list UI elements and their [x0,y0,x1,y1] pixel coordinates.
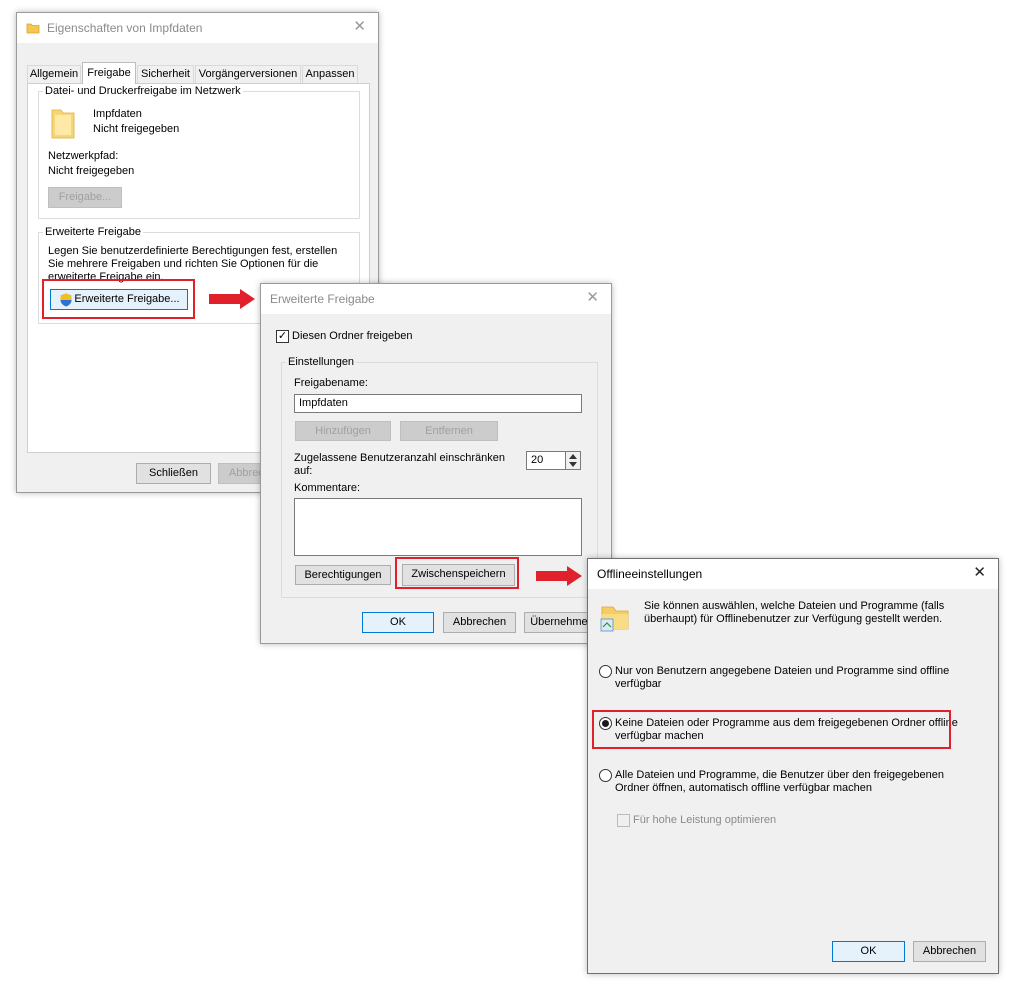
folder-icon [26,23,40,34]
arrow-right-icon [209,289,255,309]
tab-anpassen[interactable]: Anpassen [302,65,358,83]
remove-button[interactable]: Entfernen [400,421,498,441]
share-name-input[interactable]: Impfdaten [294,394,582,413]
cancel-button[interactable]: Abbrechen [443,612,516,633]
advanced-sharing-title: Erweiterte Freigabe [270,292,375,306]
group-label: Erweiterte Freigabe [43,226,143,238]
cancel-button[interactable]: Abbrechen [913,941,986,962]
close-icon[interactable]: ✕ [353,19,366,35]
offline-settings-title: Offlineeinstellungen [597,567,703,581]
share-button[interactable]: Freigabe... [48,187,122,208]
folder-large-icon [51,109,75,139]
optimize-performance-label: Für hohe Leistung optimieren [633,814,777,826]
comments-label: Kommentare: [294,482,361,494]
offline-settings-window: Offlineeinstellungen ✕ Sie können auswäh… [587,558,999,974]
permissions-button[interactable]: Berechtigungen [295,565,391,585]
tab-allgemein[interactable]: Allgemein [27,65,81,83]
tab-freigabe[interactable]: Freigabe [82,62,136,84]
option-all-label: Alle Dateien und Programme, die Benutzer… [615,769,944,794]
option-user-specified-radio[interactable] [599,665,612,678]
offline-settings-titlebar: Offlineeinstellungen ✕ [588,559,998,589]
tab-vorgaengerversionen[interactable]: Vorgängerversionen [195,65,301,83]
user-limit-input[interactable]: 20 [526,451,566,470]
advanced-sharing-window: Erweiterte Freigabe ✕ ✓ Diesen Ordner fr… [260,283,612,644]
properties-title: Eigenschaften von Impfdaten [47,21,203,35]
tab-sicherheit[interactable]: Sicherheit [137,65,194,83]
folder-status: Nicht freigegeben [93,123,180,135]
highlight-box-option-none [592,710,951,749]
arrow-right-icon [536,566,582,586]
group-label: Einstellungen [286,356,357,368]
comments-textarea[interactable] [294,498,582,556]
close-button[interactable]: Schließen [136,463,211,484]
add-button[interactable]: Hinzufügen [295,421,391,441]
optimize-performance-checkbox[interactable] [617,814,630,827]
user-limit-label: Zugelassene Benutzeranzahl einschränken … [294,452,505,477]
group-label: Datei- und Druckerfreigabe im Netzwerk [43,85,243,97]
folder-name: Impfdaten [93,108,142,120]
option-user-specified-label: Nur von Benutzern angegebene Dateien und… [615,665,950,690]
network-path-label: Netzwerkpfad: [48,150,119,162]
chevron-down-icon[interactable] [569,462,577,467]
share-folder-label: Diesen Ordner freigeben [292,330,413,342]
ok-button[interactable]: OK [362,612,434,633]
user-limit-spinner[interactable] [566,451,581,470]
option-all-radio[interactable] [599,769,612,782]
share-name-label: Freigabename: [294,377,368,389]
close-icon[interactable]: ✕ [586,290,599,306]
network-path-value: Nicht freigegeben [48,165,135,177]
close-icon[interactable]: ✕ [973,565,986,581]
properties-titlebar: Eigenschaften von Impfdaten ✕ [17,13,378,43]
advanced-sharing-titlebar: Erweiterte Freigabe ✕ [261,284,611,314]
highlight-box-caching [395,557,519,589]
highlight-box-advanced-sharing [42,279,195,319]
ok-button[interactable]: OK [832,941,905,962]
offline-intro-text: Sie können auswählen, welche Dateien und… [644,600,945,625]
share-folder-checkbox[interactable]: ✓ [276,330,289,343]
offline-folder-icon [600,606,629,632]
chevron-up-icon[interactable] [569,454,577,459]
